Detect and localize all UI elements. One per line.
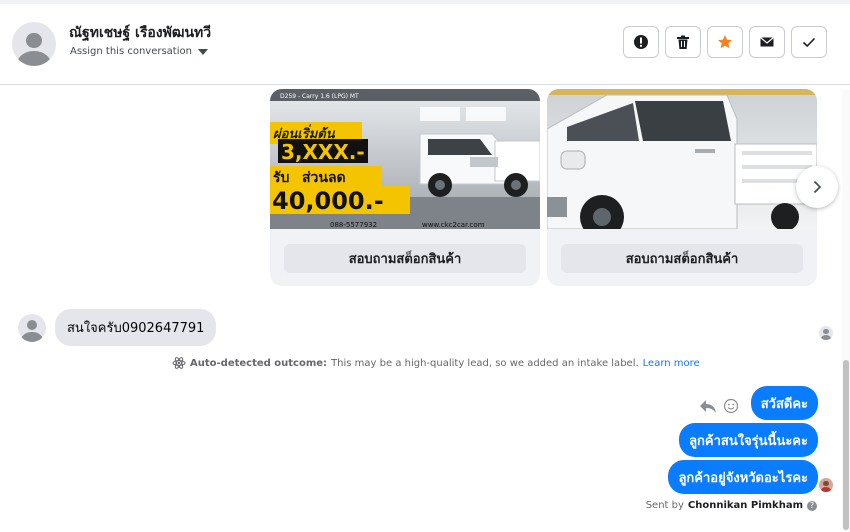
incoming-message-row: สนใจครับ0902647791: [18, 309, 217, 346]
product-card[interactable]: สอบถามสต็อกสินค้า: [547, 89, 817, 286]
learn-more-link[interactable]: Learn more: [643, 358, 700, 369]
header-actions: [623, 26, 827, 58]
mark-unread-button[interactable]: [749, 26, 785, 58]
scrollbar-thumb[interactable]: [843, 360, 849, 530]
image-promo-line3: ส่วนลด: [302, 170, 346, 186]
trash-icon: [677, 35, 689, 49]
image-promo-amount: 3,XXX.-: [281, 140, 365, 164]
chevron-right-icon: [813, 180, 822, 194]
conversation-header: ณัฐทเชษฐ์ เรืองพัฒนทวี Assign this conve…: [0, 4, 850, 85]
read-receipt-avatar: [819, 326, 833, 340]
auto-detected-notice: Auto-detected outcome: This may be a hig…: [172, 356, 700, 370]
outgoing-message-bubble[interactable]: ลูกค้าอยู่จังหวัดอะไรคะ: [668, 460, 818, 494]
star-button[interactable]: [707, 26, 743, 58]
ask-stock-button[interactable]: สอบถามสต็อกสินค้า: [284, 244, 526, 273]
image-phone: 088-5577932: [330, 221, 377, 229]
notice-text: This may be a high-quality lead, so we a…: [331, 357, 639, 369]
product-card[interactable]: D259 - Carry 1.6 (LPG) MT ผ่อนเริ่มต้น 3…: [270, 89, 540, 286]
spam-icon: [634, 35, 648, 49]
sent-by-name: Chonnikan Pimkham: [687, 500, 803, 511]
sender-avatar[interactable]: [18, 313, 46, 342]
outgoing-message-bubble[interactable]: สวัสดีคะ: [750, 386, 818, 420]
agent-avatar: [819, 478, 833, 492]
message-tools: [699, 398, 739, 414]
image-caption: D259 - Carry 1.6 (LPG) MT: [280, 93, 359, 100]
check-icon: [802, 37, 816, 48]
reply-icon[interactable]: [699, 398, 717, 414]
image-discount: 40,000.-: [272, 187, 384, 215]
ask-stock-button[interactable]: สอบถามสต็อกสินค้า: [561, 244, 803, 273]
image-website: www.ckc2car.com: [422, 221, 485, 229]
carousel-next-button[interactable]: [796, 166, 838, 208]
product-image: D259 - Carry 1.6 (LPG) MT ผ่อนเริ่มต้น 3…: [270, 89, 540, 229]
mark-done-button[interactable]: [791, 26, 827, 58]
smiley-icon[interactable]: [723, 398, 739, 414]
atom-icon: [172, 357, 186, 369]
envelope-icon: [760, 37, 774, 47]
mark-spam-button[interactable]: [623, 26, 659, 58]
sent-by-prefix: Sent by: [645, 500, 684, 511]
assign-label: Assign this conversation: [70, 46, 192, 57]
image-promo-line2: รับ: [273, 170, 290, 186]
assign-conversation-dropdown[interactable]: Assign this conversation: [70, 46, 208, 57]
star-icon: [718, 35, 732, 49]
sent-by-line: Sent by Chonnikan Pimkham ?: [646, 500, 817, 511]
notice-label: Auto-detected outcome:: [190, 357, 328, 369]
incoming-message-bubble[interactable]: สนใจครับ0902647791: [55, 309, 217, 346]
contact-name: ณัฐทเชษฐ์ เรืองพัฒนทวี: [69, 25, 212, 41]
contact-avatar[interactable]: [12, 22, 56, 66]
delete-button[interactable]: [665, 26, 701, 58]
scrollbar[interactable]: [842, 90, 850, 532]
help-icon[interactable]: ?: [807, 500, 817, 511]
outgoing-message-bubble[interactable]: ลูกค้าสนใจรุ่นนี้นะคะ: [679, 423, 818, 457]
product-image: [547, 89, 817, 229]
caret-down-icon: [197, 48, 208, 55]
